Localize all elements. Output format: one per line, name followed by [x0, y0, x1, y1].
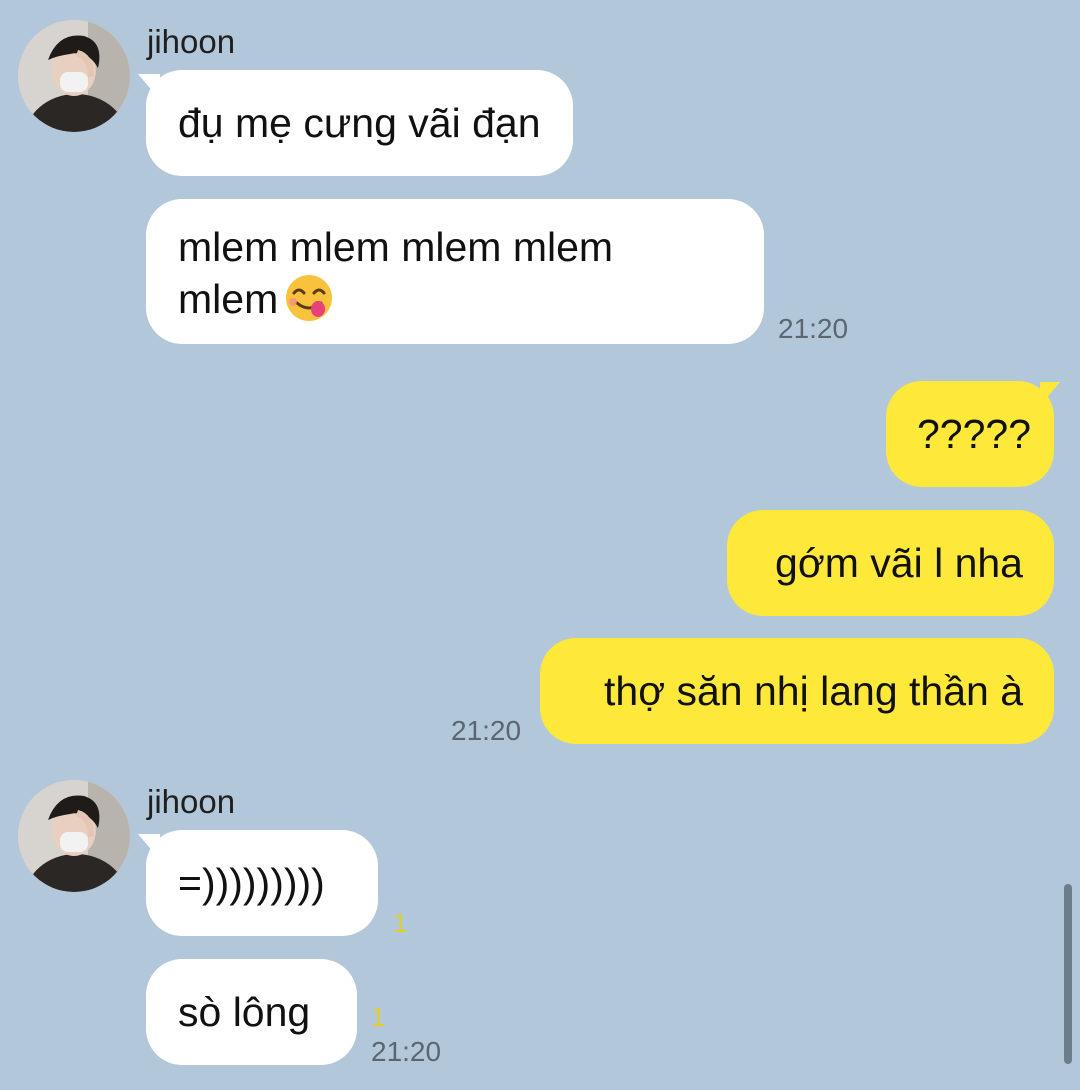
message-text: sò lông	[178, 989, 311, 1035]
face-savoring-food-emoji-icon	[284, 273, 334, 323]
message-bubble[interactable]: =)))))))))	[146, 830, 378, 936]
message-bubble[interactable]: gớm vãi l nha	[727, 510, 1054, 616]
message-bubble[interactable]: mlem mlem mlem mlem mlem	[146, 199, 764, 344]
avatar[interactable]	[18, 780, 130, 892]
message-text: gớm vãi l nha	[775, 540, 1023, 586]
timestamp: 21:20	[778, 313, 849, 344]
sender-name: jihoon	[147, 23, 236, 60]
message-text: đụ mẹ cưng vãi đạn	[178, 100, 541, 146]
avatar[interactable]	[18, 20, 130, 132]
profile-photo-icon	[18, 20, 130, 132]
message-text: mlem	[178, 276, 279, 322]
timestamp: 21:20	[451, 715, 522, 746]
scrollbar[interactable]	[1064, 884, 1072, 1064]
message-bubble[interactable]: đụ mẹ cưng vãi đạn	[146, 70, 573, 176]
unread-count: 1	[371, 1002, 386, 1032]
unread-count: 1	[393, 908, 408, 938]
message-text: mlem mlem mlem mlem	[178, 224, 614, 270]
message-text: ?????	[917, 411, 1032, 457]
timestamp: 21:20	[371, 1036, 442, 1067]
message-bubble[interactable]: sò lông	[146, 959, 357, 1065]
message-bubble[interactable]: ?????	[886, 381, 1054, 487]
message-text-line: mlem	[178, 273, 732, 327]
message-bubble[interactable]: thợ săn nhị lang thần à	[540, 638, 1054, 744]
message-text: thợ săn nhị lang thần à	[604, 668, 1023, 714]
sender-name: jihoon	[147, 783, 236, 820]
profile-photo-icon	[18, 780, 130, 892]
chat-message-list[interactable]: jihoon đụ mẹ cưng vãi đạn mlem mlem mlem…	[0, 0, 1080, 1090]
message-text: =)))))))))	[178, 860, 325, 906]
